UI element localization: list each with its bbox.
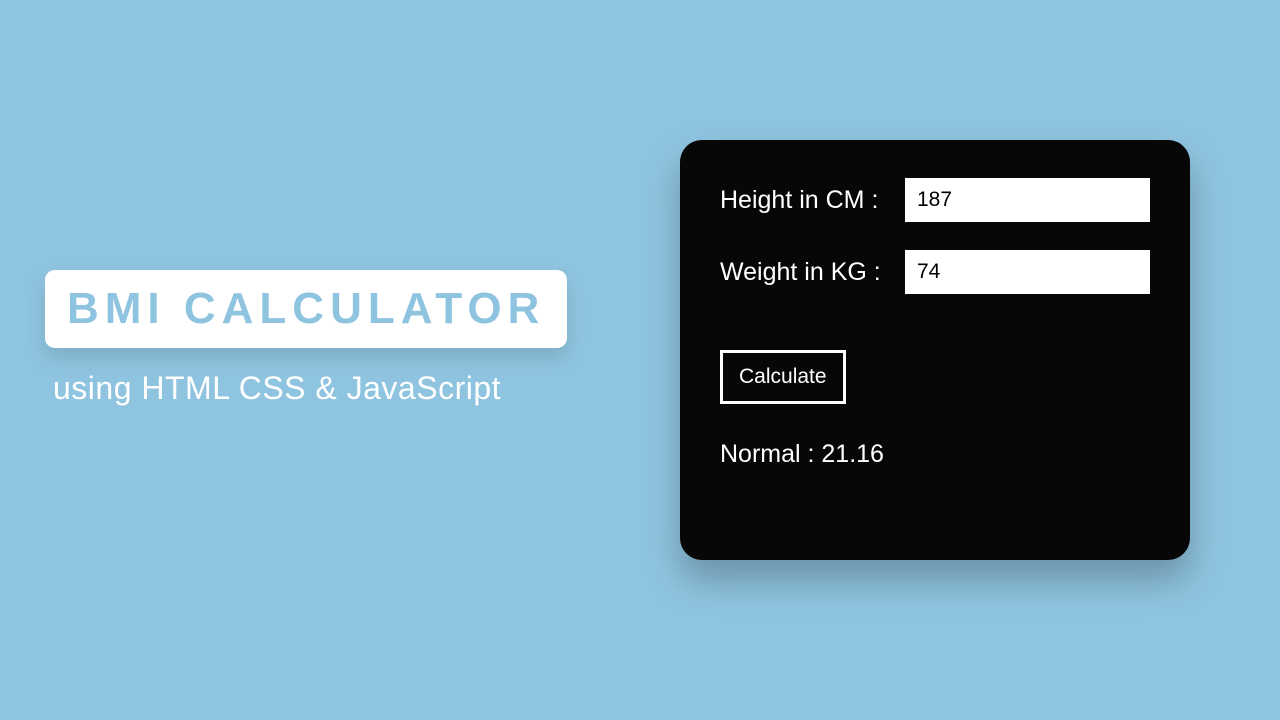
calculate-button[interactable]: Calculate bbox=[720, 350, 846, 404]
bmi-calculator-card: Height in CM : Weight in KG : Calculate … bbox=[680, 140, 1190, 560]
title-pill: BMI CALCULATOR bbox=[45, 270, 567, 348]
weight-label: Weight in KG : bbox=[720, 258, 905, 287]
title-section: BMI CALCULATOR using HTML CSS & JavaScri… bbox=[45, 270, 605, 407]
height-row: Height in CM : bbox=[720, 178, 1150, 222]
weight-input[interactable] bbox=[905, 250, 1150, 294]
height-input[interactable] bbox=[905, 178, 1150, 222]
subtitle: using HTML CSS & JavaScript bbox=[53, 370, 605, 407]
height-label: Height in CM : bbox=[720, 186, 905, 215]
weight-row: Weight in KG : bbox=[720, 250, 1150, 294]
result-text: Normal : 21.16 bbox=[720, 440, 1150, 469]
main-title: BMI CALCULATOR bbox=[67, 284, 545, 334]
